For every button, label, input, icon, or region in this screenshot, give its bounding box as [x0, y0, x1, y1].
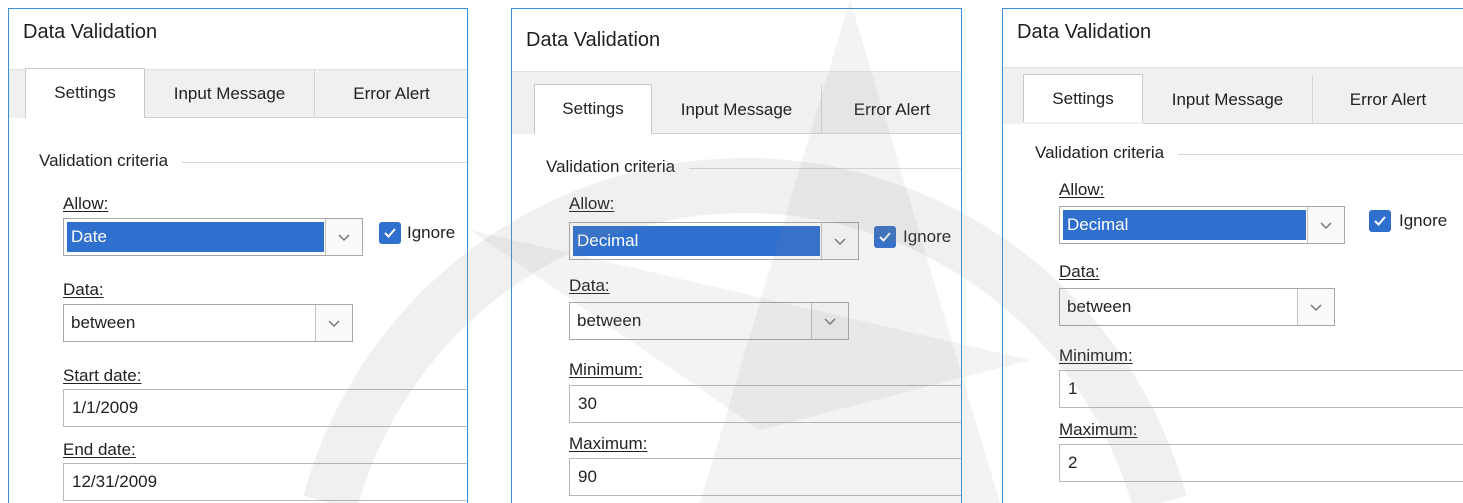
- dialog-panel: Settings Input Message Error Alert Valid…: [1003, 67, 1463, 503]
- tab-settings[interactable]: Settings: [25, 68, 145, 120]
- chevron-down-icon: [338, 234, 350, 242]
- data-label: Data:: [569, 276, 610, 295]
- ignore-blank-checkbox[interactable]: [1369, 210, 1391, 232]
- end-date-input[interactable]: 12/31/2009: [63, 463, 467, 501]
- ignore-blank-checkbox[interactable]: [379, 222, 401, 244]
- end-date-label: End date:: [63, 440, 136, 459]
- data-dropdown-button[interactable]: [1297, 289, 1334, 325]
- dialog-title: Data Validation: [23, 21, 158, 43]
- validation-criteria-label: Validation criteria: [546, 157, 690, 177]
- data-selected-value: between: [577, 311, 642, 330]
- checkmark-icon: [879, 232, 891, 242]
- allow-label: Allow:: [569, 194, 615, 213]
- chevron-down-icon: [824, 318, 836, 326]
- tab-settings[interactable]: Settings: [1023, 74, 1143, 122]
- maximum-label: Maximum:: [569, 434, 648, 453]
- allow-dropdown-button[interactable]: [821, 223, 858, 259]
- ignore-blank-label: Ignore: [407, 223, 456, 242]
- data-selected-value: between: [71, 313, 136, 332]
- maximum-label: Maximum:: [1059, 420, 1138, 439]
- chevron-down-icon: [1310, 304, 1322, 312]
- allow-label: Allow:: [63, 194, 109, 213]
- data-label: Data:: [1059, 262, 1100, 281]
- start-date-input[interactable]: 1/1/2009: [63, 389, 467, 427]
- settings-content: Validation criteria Allow: Date Ignore D…: [9, 118, 467, 503]
- allow-selected-value: Date: [67, 222, 324, 252]
- tab-input-message[interactable]: Input Message: [652, 86, 822, 134]
- settings-content: Validation criteria Allow: Decimal Ignor…: [512, 134, 961, 503]
- checkmark-icon: [1374, 216, 1386, 226]
- data-validation-dialog-1: Data Validation Settings Input Message E…: [8, 8, 468, 503]
- data-select[interactable]: between: [1059, 288, 1335, 326]
- allow-selected-value: Decimal: [1063, 210, 1306, 240]
- dialog-title: Data Validation: [526, 29, 661, 51]
- data-select[interactable]: between: [569, 302, 849, 340]
- data-selected-value: between: [1067, 297, 1132, 316]
- validation-criteria-label: Validation criteria: [39, 151, 183, 171]
- dialog-panel: Settings Input Message Error Alert Valid…: [9, 68, 467, 503]
- maximum-input[interactable]: 2: [1059, 444, 1463, 482]
- data-validation-dialog-2: Data Validation Settings Input Message E…: [511, 8, 962, 503]
- tab-settings[interactable]: Settings: [534, 84, 652, 134]
- minimum-input[interactable]: 1: [1059, 370, 1463, 408]
- minimum-input[interactable]: 30: [569, 385, 961, 423]
- ignore-blank-checkbox[interactable]: [874, 226, 896, 248]
- chevron-down-icon: [1320, 222, 1332, 230]
- checkmark-icon: [384, 228, 396, 238]
- allow-dropdown-button[interactable]: [325, 219, 362, 255]
- data-dropdown-button[interactable]: [811, 303, 848, 339]
- data-label: Data:: [63, 280, 104, 299]
- dialog-title: Data Validation: [1017, 21, 1152, 43]
- allow-dropdown-button[interactable]: [1307, 207, 1344, 243]
- dialog-panel: Settings Input Message Error Alert Valid…: [512, 71, 961, 503]
- tab-input-message[interactable]: Input Message: [1143, 76, 1313, 124]
- data-validation-dialog-3: Data Validation Settings Input Message E…: [1002, 8, 1463, 503]
- allow-label: Allow:: [1059, 180, 1105, 199]
- ignore-blank-label: Ignore: [1399, 211, 1448, 230]
- minimum-label: Minimum:: [1059, 346, 1133, 365]
- tab-error-alert[interactable]: Error Alert: [1313, 76, 1463, 124]
- validation-criteria-label: Validation criteria: [1035, 143, 1179, 163]
- allow-select[interactable]: Decimal: [569, 222, 859, 260]
- minimum-label: Minimum:: [569, 360, 643, 379]
- tab-error-alert[interactable]: Error Alert: [822, 86, 961, 134]
- chevron-down-icon: [834, 238, 846, 246]
- allow-select[interactable]: Decimal: [1059, 206, 1345, 244]
- tab-input-message[interactable]: Input Message: [145, 70, 315, 118]
- settings-content: Validation criteria Allow: Decimal Ignor…: [1003, 124, 1463, 503]
- maximum-input[interactable]: 90: [569, 458, 961, 496]
- data-dropdown-button[interactable]: [315, 305, 352, 341]
- tab-error-alert[interactable]: Error Alert: [315, 70, 467, 118]
- allow-select[interactable]: Date: [63, 218, 363, 256]
- start-date-label: Start date:: [63, 366, 142, 385]
- allow-selected-value: Decimal: [573, 226, 820, 256]
- data-select[interactable]: between: [63, 304, 353, 342]
- chevron-down-icon: [328, 320, 340, 328]
- ignore-blank-label: Ignore: [903, 227, 952, 246]
